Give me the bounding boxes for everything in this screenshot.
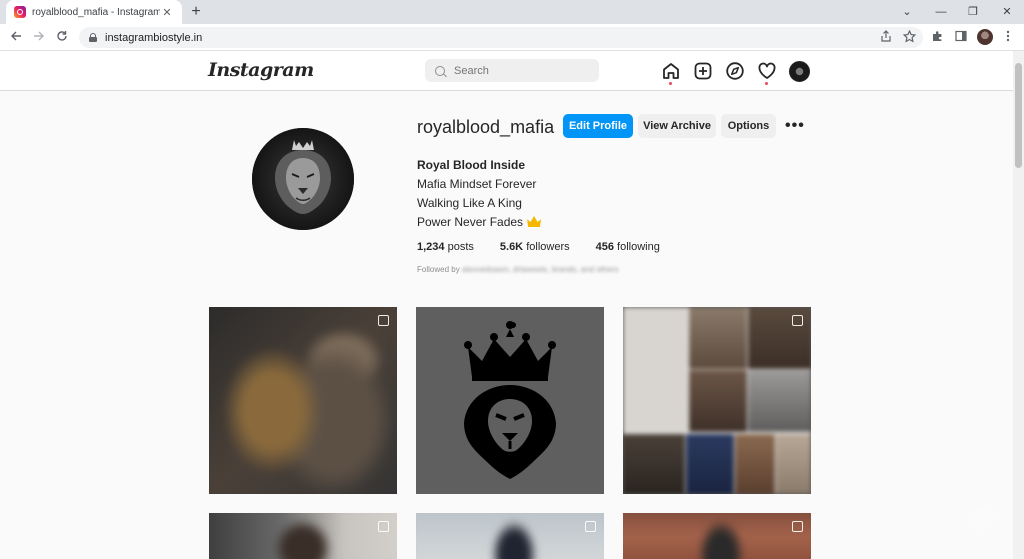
explore-compass-icon[interactable]: [725, 61, 745, 81]
browser-tab[interactable]: royalblood_mafia - Instagram ✕: [6, 0, 182, 24]
multi-photo-icon: [585, 521, 596, 532]
minimize-button[interactable]: —: [926, 2, 956, 22]
post-thumbnail[interactable]: [416, 513, 604, 559]
share-icon[interactable]: [878, 30, 894, 46]
post-thumbnail[interactable]: [623, 307, 811, 494]
watermark-diamond-icon: [970, 507, 994, 531]
url-text: instagrambiostyle.in: [105, 31, 203, 44]
bookmark-star-icon[interactable]: [901, 29, 917, 46]
new-post-icon[interactable]: [693, 61, 713, 81]
view-archive-button[interactable]: View Archive: [638, 114, 716, 138]
man-photo: [209, 513, 397, 559]
followers-stat[interactable]: 5.6K followers: [500, 241, 570, 253]
more-options-icon[interactable]: •••: [785, 118, 805, 134]
posts-count: 1,234: [417, 241, 445, 253]
activity-heart-icon[interactable]: [757, 61, 777, 81]
tab-search-icon[interactable]: ⌄: [892, 2, 922, 22]
instagram-header: Instagram: [0, 51, 1013, 91]
following-stat[interactable]: 456 following: [596, 241, 660, 253]
followers-label: followers: [526, 241, 570, 253]
profile-picture[interactable]: [252, 128, 354, 230]
multi-photo-icon: [792, 521, 803, 532]
browser-menu-kebab-icon[interactable]: [998, 28, 1018, 48]
crown-emoji-icon: [527, 216, 542, 227]
activity-notification-dot: [765, 82, 768, 85]
profile-username: royalblood_mafia: [417, 117, 555, 137]
back-arrow-icon[interactable]: [6, 28, 26, 48]
post-thumbnail[interactable]: [209, 513, 397, 559]
profile-stats: 1,234 posts 5.6K followers 456 following: [417, 241, 686, 253]
bio-line: Walking Like A King: [417, 196, 522, 210]
bio-line-text: Power Never Fades: [417, 215, 524, 229]
collage-photo: [623, 307, 811, 494]
tab-title: royalblood_mafia - Instagram: [32, 6, 160, 18]
restore-button[interactable]: ❐: [958, 2, 988, 22]
browser-profile-avatar[interactable]: [977, 29, 993, 45]
multi-photo-icon: [378, 521, 389, 532]
posts-stat[interactable]: 1,234 posts: [417, 241, 474, 253]
lock-icon: [89, 33, 97, 42]
reload-icon[interactable]: [52, 28, 72, 48]
profile-avatar-nav[interactable]: [789, 61, 810, 82]
instagram-logo[interactable]: Instagram: [208, 59, 314, 81]
lion-logo-icon: [252, 128, 354, 230]
scrollbar-thumb[interactable]: [1015, 63, 1022, 168]
search-icon: [435, 65, 445, 76]
address-bar[interactable]: instagrambiostyle.in: [79, 27, 923, 48]
brick-wall-photo: [623, 513, 811, 559]
lion-photo: [209, 307, 397, 494]
followers-count: 5.6K: [499, 241, 524, 253]
edit-profile-button[interactable]: Edit Profile: [563, 114, 633, 138]
home-notification-dot: [669, 82, 672, 85]
home-icon[interactable]: [661, 61, 681, 81]
post-thumbnail[interactable]: [209, 307, 397, 494]
search-box[interactable]: [425, 59, 599, 82]
new-tab-button[interactable]: +: [187, 3, 205, 21]
tab-strip: royalblood_mafia - Instagram ✕ + ⌄ — ❐ ✕: [0, 0, 1024, 24]
multi-photo-icon: [792, 315, 803, 326]
post-thumbnail[interactable]: [416, 307, 604, 494]
bio-line: Mafia Mindset Forever: [417, 177, 537, 191]
following-label: following: [617, 241, 660, 253]
forward-arrow-icon[interactable]: [29, 28, 49, 48]
suit-man-photo: [416, 513, 604, 559]
followed-by-text[interactable]: Followed by alexvedsasm, drtawsets, bran…: [417, 265, 618, 274]
followed-by-prefix: Followed by: [417, 265, 460, 274]
post-thumbnail[interactable]: [623, 513, 811, 559]
search-input[interactable]: [454, 64, 594, 77]
multi-photo-icon: [378, 315, 389, 326]
extensions-puzzle-icon[interactable]: [928, 28, 948, 48]
followed-by-names: alexvedsasm, drtawsets, brands, and othe…: [461, 265, 619, 274]
options-button[interactable]: Options: [721, 114, 776, 138]
bio-line: Power Never Fades: [417, 215, 542, 229]
browser-toolbar: instagrambiostyle.in: [0, 24, 1024, 51]
bio-name: Royal Blood Inside: [417, 158, 526, 172]
tab-close-icon[interactable]: ✕: [160, 6, 174, 19]
following-count: 456: [595, 241, 614, 253]
side-panel-icon[interactable]: [951, 28, 971, 48]
close-window-button[interactable]: ✕: [992, 2, 1022, 22]
crowned-lion-logo-icon: [464, 321, 556, 479]
instagram-favicon-icon: [14, 6, 26, 18]
posts-label: posts: [447, 241, 474, 253]
page-scrollbar[interactable]: [1013, 51, 1024, 559]
